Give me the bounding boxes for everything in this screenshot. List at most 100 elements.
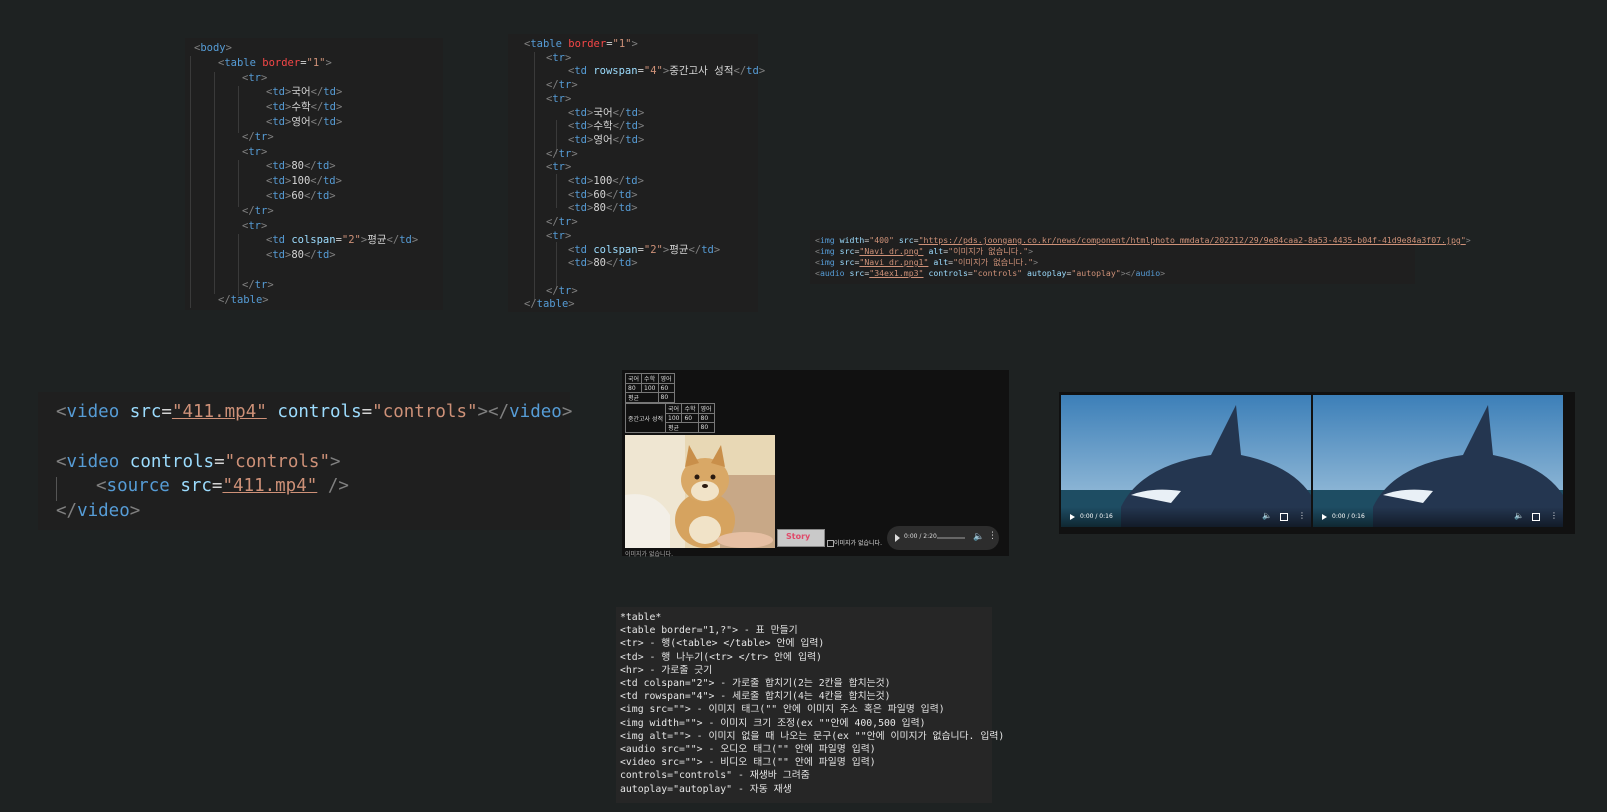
code-token: "https://pds.joongang.co.kr/news/compone… (918, 235, 1466, 245)
video-player-2[interactable]: 0:00 / 0:16 🔈 ⋮ (1313, 395, 1563, 527)
code-token: > (1033, 257, 1039, 267)
play-icon[interactable] (1070, 514, 1075, 520)
code-token: "2" (341, 234, 361, 247)
table-cell: 100 (641, 383, 659, 393)
fullscreen-icon[interactable] (1532, 513, 1540, 521)
code-token: > (631, 188, 638, 201)
code-token: > (335, 86, 343, 99)
volume-icon[interactable]: 🔈 (973, 532, 984, 542)
code-token: "controls" (972, 268, 1023, 278)
more-options-icon[interactable]: ⋮ (1298, 511, 1306, 520)
code-token: > (637, 120, 645, 133)
table-cell: 60 (681, 413, 699, 423)
code-token: 100 (291, 175, 311, 188)
code-line: <td>100</td> (266, 174, 342, 189)
code-token: > (564, 51, 572, 64)
code-token: td (574, 257, 587, 270)
table-cell: 80 (697, 413, 715, 423)
more-options-icon[interactable]: ⋮ (988, 531, 997, 541)
code-token: table (530, 38, 562, 50)
code-token: td (399, 234, 412, 247)
code-snippet-table-basic: <body> <table border="1"> <tr> <td>국어</td> <… (185, 38, 443, 310)
more-options-icon[interactable]: ⋮ (1550, 511, 1558, 520)
code-token: </ (546, 216, 559, 229)
indent-guide (238, 86, 239, 133)
code-token: > (713, 243, 721, 256)
code-token: "1" (612, 38, 632, 50)
code-token: td (625, 106, 638, 119)
audio-progress-bar[interactable] (937, 537, 965, 539)
code-line: <td rowspan="4">중간고사 성적</td> (568, 64, 765, 79)
code-token: > (411, 234, 419, 247)
code-token: 영어 (593, 133, 613, 146)
code-token: > (1465, 235, 1471, 245)
note-line: *table* (620, 612, 662, 623)
code-token: "Navi_dr.png" (859, 246, 924, 256)
code-token: video (77, 501, 130, 522)
code-token: </ (310, 86, 324, 99)
note-line: <audio src=""> - 오디오 태그("" 안에 파일명 입력) (620, 744, 876, 756)
code-token: > (335, 175, 342, 188)
code-token: "2" (643, 243, 663, 256)
note-line: <img width=""> - 이미지 크기 조정(ex ""안에 400,5… (620, 717, 926, 729)
code-token: 60 (593, 188, 606, 201)
code-token: = (361, 402, 373, 422)
code-token: > (637, 175, 644, 187)
code-token: img (819, 257, 835, 267)
code-token: < (56, 402, 67, 422)
code-token: ></ (477, 402, 510, 422)
code-line: <td>80</td> (266, 248, 336, 263)
code-token: </ (242, 130, 255, 143)
code-token: = (161, 402, 172, 422)
play-icon[interactable] (895, 534, 900, 542)
code-line: <table border="1"> (218, 56, 332, 71)
note-line: <td> - 행 나누기(<tr> </tr> 안에 입력) (620, 651, 822, 663)
code-line: <td>80</td> (568, 201, 638, 216)
code-token: td (625, 133, 638, 146)
indent-guide (190, 56, 191, 308)
code-token: > (325, 56, 332, 69)
code-token: > (631, 257, 638, 270)
code-token: 수학 (291, 101, 311, 114)
fullscreen-icon[interactable] (1280, 513, 1288, 521)
code-token: td (618, 188, 632, 201)
code-token: </ (303, 249, 317, 262)
code-token: tr (254, 130, 268, 143)
code-line: <tr> (242, 71, 267, 86)
code-token: > (758, 65, 766, 78)
video-player-1[interactable]: 0:00 / 0:16 🔈 ⋮ (1061, 395, 1311, 527)
code-token: "411.mp4" (171, 402, 267, 422)
volume-icon[interactable]: 🔈 (1262, 511, 1272, 520)
table-cell: 100 (665, 413, 683, 423)
note-line: <video src=""> - 비디오 태그("" 안에 파일명 입력) (620, 757, 876, 769)
code-token: 60 (291, 190, 304, 202)
code-token: table (536, 298, 569, 311)
play-icon[interactable] (1322, 514, 1327, 520)
code-token: audio (1135, 268, 1161, 278)
code-token: td (272, 190, 285, 202)
audio-player[interactable]: 0:00 / 2:20 🔈 ⋮ (887, 526, 999, 550)
code-line: </tr> (242, 204, 274, 219)
code-token: > (225, 42, 232, 54)
note-line: <table border="1,?"> - 표 만들기 (620, 625, 798, 637)
shiba-illustration (625, 435, 775, 548)
code-token: tr (552, 229, 565, 242)
code-token: </ (605, 257, 619, 270)
code-token: td (618, 257, 632, 270)
code-token: video (66, 402, 120, 422)
code-token: "Navi_dr.png1" (859, 257, 929, 267)
code-token: controls (129, 451, 215, 472)
indent-guide (56, 477, 57, 501)
code-token: > (568, 298, 575, 311)
code-token: = (214, 451, 225, 472)
code-token: td (316, 249, 330, 262)
browser-preview: 국어 수학 영어 80 100 60 평균 80 중간고사 성적 국어 수학 영… (622, 370, 1009, 558)
indent-guide (238, 234, 239, 296)
volume-icon[interactable]: 🔈 (1514, 511, 1524, 520)
code-token: colspan (291, 234, 336, 247)
table-cell: 영어 (697, 403, 715, 414)
code-token: > (260, 71, 268, 84)
code-token: < (56, 451, 67, 472)
